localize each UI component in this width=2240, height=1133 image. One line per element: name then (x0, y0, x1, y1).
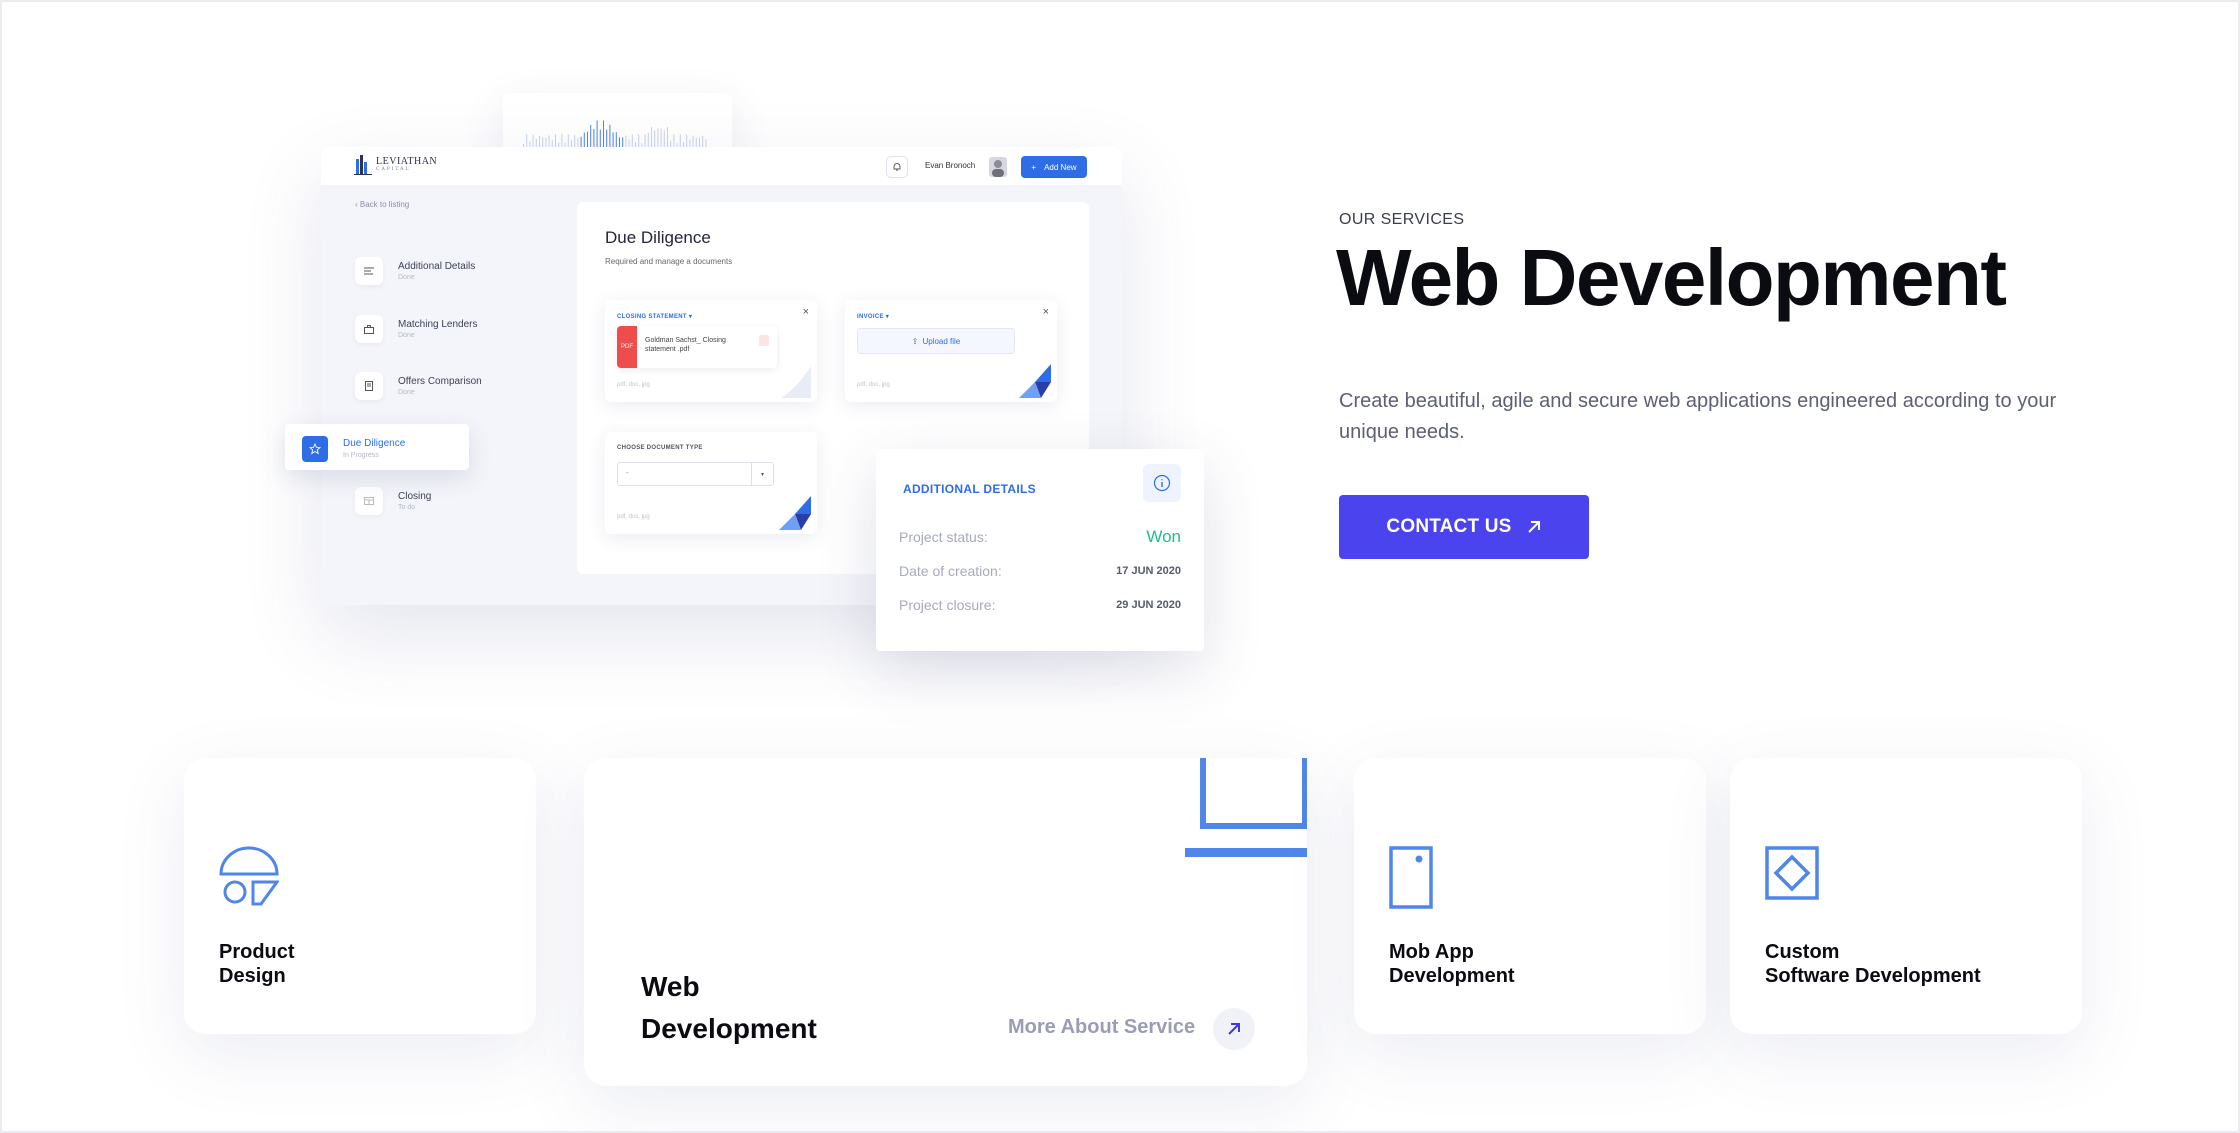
upload-icon: ⇪ (911, 336, 919, 346)
laptop-icon (1185, 758, 1307, 857)
logo-text: LEVIATHAN (376, 156, 438, 167)
file-formats: pdf, doc, jpg (857, 382, 890, 388)
service-name: Web Development (641, 971, 817, 1044)
step-name: Due Diligence (343, 438, 406, 449)
detail-label: Project status: (899, 529, 988, 545)
product-design-icon (219, 846, 279, 906)
file-name: Goldman Sachst_ Closing statement .pdf (645, 337, 726, 353)
choose-document-type-label: CHOOSE DOCUMENT TYPE (617, 445, 703, 451)
detail-label: Date of creation: (899, 563, 1002, 579)
mobile-icon (1389, 846, 1433, 909)
page-title: Web Development (1336, 233, 2007, 322)
project-status-row: Project status: Won (899, 527, 1181, 549)
service-card-web-development[interactable]: Web Development More About Service (584, 758, 1307, 1086)
file-formats: pdf, doc, jpg (617, 514, 650, 520)
date-of-creation-row: Date of creation: 17 JUN 2020 (899, 563, 1181, 583)
step-name: Additional Details (398, 261, 476, 272)
additional-details-card: ADDITIONAL DETAILS Project status: Won D… (876, 449, 1204, 651)
notification-bell-icon[interactable] (886, 156, 908, 178)
info-icon[interactable] (1143, 464, 1181, 502)
service-name: Mob App Development (1389, 941, 1515, 987)
document-type-select[interactable]: - ▾ (617, 462, 774, 486)
step-status: Done (398, 389, 415, 396)
decorative-shape-icon (779, 496, 811, 530)
invoice-card: INVOICE ▾ × ⇪ Upload file pdf, doc, jpg (845, 300, 1057, 402)
contact-us-label: CONTACT US (1386, 516, 1512, 537)
choose-document-type-card: CHOOSE DOCUMENT TYPE - ▾ pdf, doc, jpg (605, 432, 817, 534)
logo-building-icon (354, 155, 372, 175)
step-status: To do (398, 504, 416, 511)
arrow-up-right-icon (1228, 1023, 1240, 1035)
add-new-button[interactable]: + Add New (1021, 156, 1087, 178)
step-matching-lenders[interactable]: Matching Lenders Done (355, 315, 555, 355)
add-new-label: Add New (1044, 162, 1077, 172)
detail-value: 17 JUN 2020 (1116, 565, 1181, 577)
briefcase-icon (355, 315, 383, 343)
detail-value: Won (1146, 527, 1181, 546)
user-name: Evan Bronoch (925, 161, 976, 170)
file-formats: pdf, doc, jpg (617, 382, 650, 388)
detail-value: 29 JUN 2020 (1116, 599, 1181, 611)
step-name: Closing (398, 491, 432, 502)
lines-icon (355, 257, 383, 285)
more-about-service-button[interactable] (1213, 1008, 1255, 1050)
step-name: Offers Comparison (398, 376, 482, 387)
plus-icon: + (1031, 162, 1037, 172)
step-additional-details[interactable]: Additional Details Done (355, 257, 555, 297)
contact-us-button[interactable]: CONTACT US (1339, 495, 1589, 559)
section-eyebrow: OUR SERVICES (1339, 211, 1465, 228)
app-header: LEVIATHAN CAPITAL Evan Bronoch + Add New (321, 147, 1122, 185)
service-card-mob-app-development[interactable]: Mob App Development (1354, 758, 1706, 1034)
chevron-down-icon: ▾ (751, 463, 773, 485)
card-icon (355, 487, 383, 515)
trash-icon[interactable] (759, 335, 769, 346)
project-closure-row: Project closure: 29 JUN 2020 (899, 597, 1181, 617)
closing-statement-label[interactable]: CLOSING STATEMENT ▾ (617, 313, 692, 320)
logo-subtext: CAPITAL (376, 167, 411, 172)
pdf-file-icon: PDF (617, 326, 637, 368)
diamond-icon (1765, 846, 1819, 900)
document-icon (355, 372, 383, 400)
leviathan-logo: LEVIATHAN CAPITAL (354, 155, 437, 175)
hero-description: Create beautiful, agile and secure web a… (1339, 390, 2057, 443)
step-closing[interactable]: Closing To do (355, 487, 555, 527)
closing-statement-card: CLOSING STATEMENT ▾ × PDF Goldman Sachst… (605, 300, 817, 402)
service-name: Custom Software Development (1765, 941, 1981, 987)
uploaded-file[interactable]: PDF Goldman Sachst_ Closing statement .p… (617, 326, 777, 368)
avatar[interactable] (989, 157, 1007, 177)
step-status: In Progress (343, 452, 379, 459)
more-about-service-link[interactable]: More About Service (1008, 1016, 1195, 1039)
close-icon[interactable]: × (803, 306, 809, 318)
step-status: Done (398, 274, 415, 281)
step-name: Matching Lenders (398, 319, 478, 330)
star-icon (302, 436, 328, 462)
service-card-custom-software-development[interactable]: Custom Software Development (1730, 758, 2082, 1034)
additional-details-title: ADDITIONAL DETAILS (903, 482, 1036, 496)
decorative-shape-icon (1019, 364, 1051, 398)
decorative-shape-icon (781, 366, 811, 398)
arrow-up-right-icon (1527, 521, 1540, 533)
step-status: Done (398, 332, 415, 339)
invoice-label[interactable]: INVOICE ▾ (857, 313, 889, 320)
step-offers-comparison[interactable]: Offers Comparison Done (355, 372, 555, 412)
due-diligence-subtitle: Required and manage a documents (605, 257, 733, 266)
due-diligence-step-active[interactable]: Due Diligence In Progress (285, 424, 469, 470)
service-card-product-design[interactable]: Product Design (184, 758, 536, 1034)
back-to-listing-link[interactable]: ‹ Back to listing (355, 200, 409, 209)
detail-label: Project closure: (899, 597, 996, 613)
service-name: Product Design (219, 941, 295, 987)
due-diligence-title: Due Diligence (605, 228, 711, 247)
close-icon[interactable]: × (1043, 306, 1049, 318)
upload-file-button[interactable]: ⇪ Upload file (857, 328, 1015, 354)
